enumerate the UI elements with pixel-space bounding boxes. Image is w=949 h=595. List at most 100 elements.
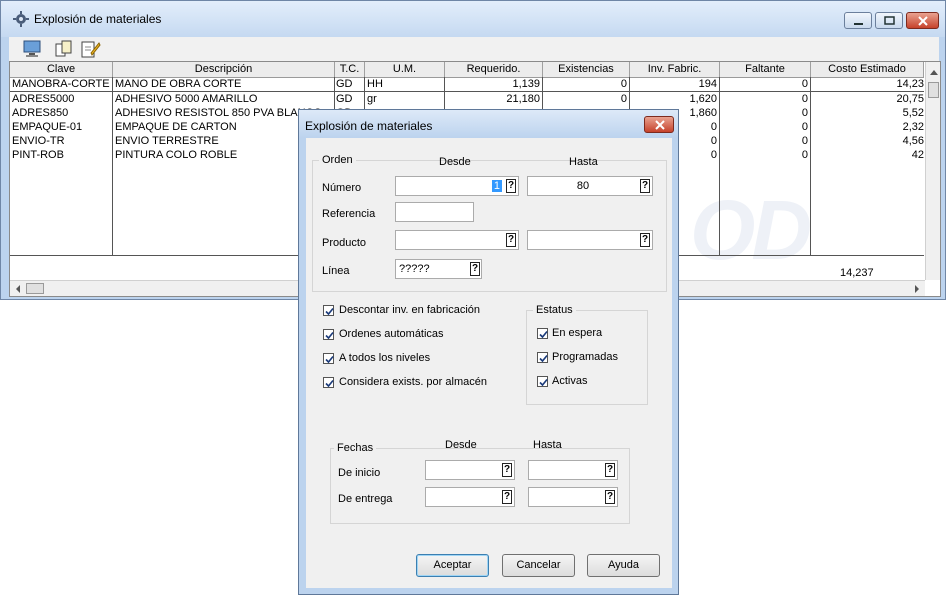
cell-clave: ADRES850 — [12, 107, 69, 119]
option-label: Considera exists. por almacén — [339, 376, 487, 388]
checkbox[interactable] — [537, 352, 548, 363]
checkbox[interactable] — [323, 353, 334, 364]
col-existencias[interactable]: Existencias — [543, 62, 630, 77]
option-label: Ordenes automáticas — [339, 328, 444, 340]
fecha-inicio-hasta-input[interactable]: ? — [528, 460, 618, 480]
lookup-icon[interactable]: ? — [506, 233, 516, 247]
estatus-label: Programadas — [552, 351, 619, 363]
fechas-hasta-label: Hasta — [533, 439, 562, 451]
estatus-group-label: Estatus — [533, 304, 576, 316]
accept-button[interactable]: Aceptar — [416, 554, 489, 577]
cell-clave: ENVIO-TR — [12, 135, 65, 147]
scroll-right-icon[interactable] — [910, 281, 924, 297]
close-icon — [918, 16, 928, 26]
fechas-desde-label: Desde — [445, 439, 477, 451]
cell-existencias: 0 — [620, 78, 627, 90]
linea-label: Línea — [322, 265, 350, 277]
lookup-icon[interactable]: ? — [502, 490, 512, 504]
gear-icon — [13, 11, 29, 27]
col-descripcion[interactable]: Descripción — [113, 62, 335, 77]
explosion-dialog: Explosión de materiales Orden Desde Hast… — [298, 109, 679, 595]
checkbox[interactable] — [323, 329, 334, 340]
producto-desde-input[interactable]: ? — [395, 230, 519, 250]
cell-faltante: 0 — [801, 107, 808, 119]
numero-hasta-input[interactable]: 80 ? — [527, 176, 653, 196]
col-faltante[interactable]: Faltante — [720, 62, 811, 77]
fecha-entrega-desde-input[interactable]: ? — [425, 487, 515, 507]
orden-desde-label: Desde — [439, 156, 471, 168]
vertical-scrollbar[interactable] — [925, 62, 941, 280]
referencia-input[interactable] — [395, 202, 474, 222]
cell-um: gr — [367, 93, 377, 105]
checkbox[interactable] — [323, 377, 334, 388]
lookup-icon[interactable]: ? — [640, 179, 650, 193]
horizontal-scroll-thumb[interactable] — [26, 283, 44, 294]
lookup-icon[interactable]: ? — [640, 233, 650, 247]
dialog-title-bar[interactable]: Explosión de materiales — [299, 110, 678, 138]
check-icon — [325, 379, 334, 388]
maximize-button[interactable] — [875, 12, 903, 29]
checkbox[interactable] — [323, 305, 334, 316]
fecha-entrega-hasta-input[interactable]: ? — [528, 487, 618, 507]
col-tc[interactable]: T.C. — [335, 62, 365, 77]
cell-clave: EMPAQUE-01 — [12, 121, 83, 133]
lookup-icon[interactable]: ? — [506, 179, 516, 193]
lookup-icon[interactable]: ? — [502, 463, 512, 477]
cell-tc: GD — [336, 93, 353, 105]
cell-costo: 4,56 — [902, 135, 924, 147]
main-title-bar[interactable]: Explosión de materiales — [1, 1, 945, 37]
scroll-up-icon[interactable] — [926, 64, 941, 80]
help-button[interactable]: Ayuda — [587, 554, 660, 577]
producto-hasta-input[interactable]: ? — [527, 230, 653, 250]
main-window-title: Explosión de materiales — [34, 12, 162, 26]
cell-um: HH — [367, 78, 383, 90]
monitor-icon[interactable] — [21, 39, 43, 59]
cell-faltante: 0 — [801, 78, 808, 90]
lookup-icon[interactable]: ? — [605, 490, 615, 504]
cell-existencias: 0 — [620, 93, 627, 105]
col-um[interactable]: U.M. — [365, 62, 445, 77]
fecha-inicio-label: De inicio — [338, 467, 381, 479]
fecha-inicio-desde-input[interactable]: ? — [425, 460, 515, 480]
check-icon — [539, 378, 548, 387]
orden-group-label: Orden — [319, 154, 356, 166]
checkbox[interactable] — [537, 328, 548, 339]
copy-icon[interactable] — [53, 39, 75, 59]
maximize-icon — [884, 16, 895, 25]
vertical-scroll-thumb[interactable] — [928, 82, 939, 98]
numero-desde-input[interactable]: 1 ? — [395, 176, 519, 196]
col-divider — [810, 77, 811, 255]
col-costo-estimado[interactable]: Costo Estimado — [811, 62, 924, 77]
cell-faltante: 0 — [801, 135, 808, 147]
dialog-title: Explosión de materiales — [305, 119, 433, 133]
edit-icon[interactable] — [79, 39, 101, 59]
check-icon — [539, 330, 548, 339]
cell-tc: GD — [336, 78, 353, 90]
orden-hasta-label: Hasta — [569, 156, 598, 168]
grid-header: Clave Descripción T.C. U.M. Requerido. E… — [10, 62, 924, 78]
checkbox[interactable] — [537, 376, 548, 387]
col-requerido[interactable]: Requerido. — [445, 62, 543, 77]
cell-faltante: 0 — [801, 121, 808, 133]
lookup-icon[interactable]: ? — [470, 262, 480, 276]
close-icon — [655, 120, 665, 130]
cancel-button[interactable]: Cancelar — [502, 554, 575, 577]
grid-total: 14,237 — [840, 267, 874, 279]
cell-costo: 2,32 — [902, 121, 924, 133]
cell-inv-fabric: 1,620 — [689, 93, 717, 105]
minimize-icon — [854, 23, 863, 25]
col-inv-fabric[interactable]: Inv. Fabric. — [630, 62, 720, 77]
dialog-close-button[interactable] — [644, 116, 674, 133]
minimize-button[interactable] — [844, 12, 872, 29]
fecha-entrega-label: De entrega — [338, 493, 393, 505]
cell-descripcion: MANO DE OBRA CORTE — [115, 78, 242, 90]
cell-descripcion: ADHESIVO 5000 AMARILLO — [115, 93, 258, 105]
lookup-icon[interactable]: ? — [605, 463, 615, 477]
col-clave[interactable]: Clave — [10, 62, 113, 77]
linea-input[interactable]: ????? ? — [395, 259, 482, 279]
scroll-left-icon[interactable] — [11, 281, 25, 297]
option-label: Descontar inv. en fabricación — [339, 304, 481, 316]
close-button[interactable] — [906, 12, 939, 29]
check-icon — [325, 331, 334, 340]
col-divider — [719, 77, 720, 255]
